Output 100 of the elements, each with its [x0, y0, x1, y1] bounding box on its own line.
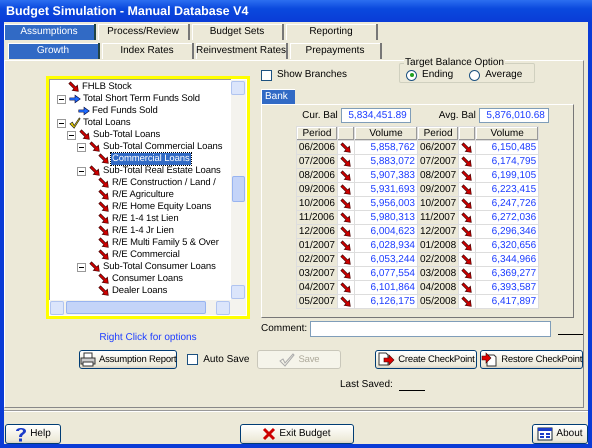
radio-button[interactable] [469, 70, 480, 80]
table-cell: 6,077,554 [354, 266, 418, 280]
table-cell: 6,028,934 [354, 238, 418, 252]
collapse-toggle[interactable] [57, 94, 66, 104]
tree-item[interactable]: Consumer Loans [111, 273, 184, 285]
arrow-icon [340, 142, 352, 154]
checkbox[interactable] [187, 354, 198, 365]
arrow-icon [461, 212, 474, 224]
tree-item[interactable]: Total Loans [82, 117, 132, 129]
collapse-toggle[interactable] [77, 166, 86, 176]
tree-item[interactable]: FHLB Stock [81, 81, 133, 93]
column-header: Volume [354, 126, 418, 140]
tree-item[interactable]: Dealer Loans [111, 285, 168, 297]
tree-item[interactable]: Commercial Loans [111, 153, 191, 165]
tab[interactable]: Reinvestment Rates [196, 43, 288, 59]
tree-item[interactable]: Fed Funds Sold [91, 105, 159, 117]
comment-field[interactable] [310, 321, 552, 337]
collapse-toggle[interactable] [67, 130, 76, 140]
arrow-icon [78, 105, 90, 117]
field-label: Cur. Bal [302, 110, 338, 122]
table-cell: 6,004,623 [354, 224, 418, 238]
check-icon [279, 352, 296, 366]
tree-item[interactable]: Total Short Term Funds Sold [82, 93, 201, 105]
table-cell: 5,956,003 [354, 196, 418, 210]
table-cell: 5,931,693 [354, 182, 418, 196]
tab[interactable]: Index Rates [102, 43, 194, 59]
tree-item[interactable]: R/E Multi Family 5 & Over [111, 237, 220, 249]
table-cell: 6,272,036 [476, 210, 539, 224]
column-header: Volume [476, 126, 539, 140]
arrow-icon [340, 240, 352, 252]
arrow-icon [340, 226, 352, 238]
table-cell: 04/2008 [418, 280, 459, 294]
tree-item[interactable]: R/E 1-4 Jr Lien [111, 225, 175, 237]
tab[interactable]: Bank [261, 89, 295, 104]
group-title: Target Balance Option [404, 57, 505, 69]
checkbox-label: Auto Save [203, 354, 250, 366]
table-cell: 09/2006 [296, 182, 338, 196]
tab[interactable]: Assumptions [4, 24, 96, 40]
footer-button[interactable]: Exit Budget [240, 424, 354, 444]
column-header: Period [418, 126, 459, 140]
arrow-icon [461, 282, 474, 294]
collapse-toggle[interactable] [57, 118, 66, 128]
tab[interactable]: Growth [8, 43, 100, 59]
footer-button[interactable]: Help [5, 424, 61, 444]
table-cell: 5,980,313 [354, 210, 418, 224]
tab[interactable]: Reporting [286, 24, 378, 40]
tree-item[interactable]: Sub-Total Real Estate Loans [102, 165, 222, 177]
arrow-icon [98, 273, 110, 285]
checkbox[interactable] [261, 70, 272, 80]
table-cell: 5,883,072 [354, 154, 418, 168]
arrow-icon [461, 226, 474, 238]
radio-label: Ending [422, 69, 454, 81]
table-cell: 6,320,656 [476, 238, 539, 252]
arrow-icon [461, 198, 474, 210]
table-cell: 5,907,383 [354, 168, 418, 182]
table-cell: 6,174,795 [476, 154, 539, 168]
balance-field: 5,876,010.68 [478, 108, 549, 123]
collapse-toggle[interactable] [77, 262, 86, 272]
table-cell: 6,150,485 [476, 140, 539, 154]
tree-item[interactable]: R/E Agriculture [111, 189, 175, 201]
tree-item[interactable]: Sub-Total Loans [92, 129, 162, 141]
table-cell: 05/2007 [296, 294, 338, 308]
arrow-icon [340, 296, 352, 308]
arrow-icon [461, 268, 474, 280]
table-cell: 11/2007 [418, 210, 459, 224]
tree-item[interactable]: R/E 1-4 1st Lien [111, 213, 180, 225]
tab[interactable]: Process/Review [98, 24, 190, 40]
table-cell: 6,296,346 [476, 224, 539, 238]
tree-item[interactable]: Sub-Total Consumer Loans [102, 261, 217, 273]
action-button[interactable]: Create CheckPoint [375, 350, 478, 369]
table-cell: 6,344,966 [476, 252, 539, 266]
tree-item[interactable]: R/E Construction / Land / [111, 177, 217, 189]
vertical-scrollbar[interactable] [231, 80, 246, 300]
tree-view[interactable] [46, 76, 250, 319]
window-icon [537, 427, 554, 441]
table-cell: 09/2007 [418, 182, 459, 196]
radio-button[interactable] [406, 70, 418, 80]
arrow-icon [340, 254, 352, 266]
table-cell: 07/2007 [418, 154, 459, 168]
table-cell: 6,101,864 [354, 280, 418, 294]
collapse-toggle[interactable] [77, 142, 86, 152]
table-cell: 02/2008 [418, 252, 459, 266]
tree-item[interactable]: R/E Commercial [111, 249, 181, 261]
arrow-icon [461, 184, 474, 196]
arrow-icon [340, 170, 352, 182]
arrow-icon [340, 282, 352, 294]
arrow-icon [98, 249, 110, 261]
arrow-icon [98, 189, 110, 201]
table-cell: 01/2007 [296, 238, 338, 252]
tree-item[interactable]: R/E Home Equity Loans [111, 201, 212, 213]
tab[interactable]: Prepayments [290, 43, 382, 59]
arrow-icon [68, 81, 80, 93]
footer-button[interactable]: About [532, 424, 588, 444]
tab[interactable]: Budget Sets [192, 24, 284, 40]
tree-item[interactable]: Sub-Total Commercial Loans [102, 141, 224, 153]
arrow-icon [79, 129, 91, 141]
arrow-icon [461, 296, 474, 308]
arrow-icon [89, 165, 101, 177]
horizontal-scrollbar[interactable] [50, 300, 246, 315]
table-cell: 12/2007 [418, 224, 459, 238]
